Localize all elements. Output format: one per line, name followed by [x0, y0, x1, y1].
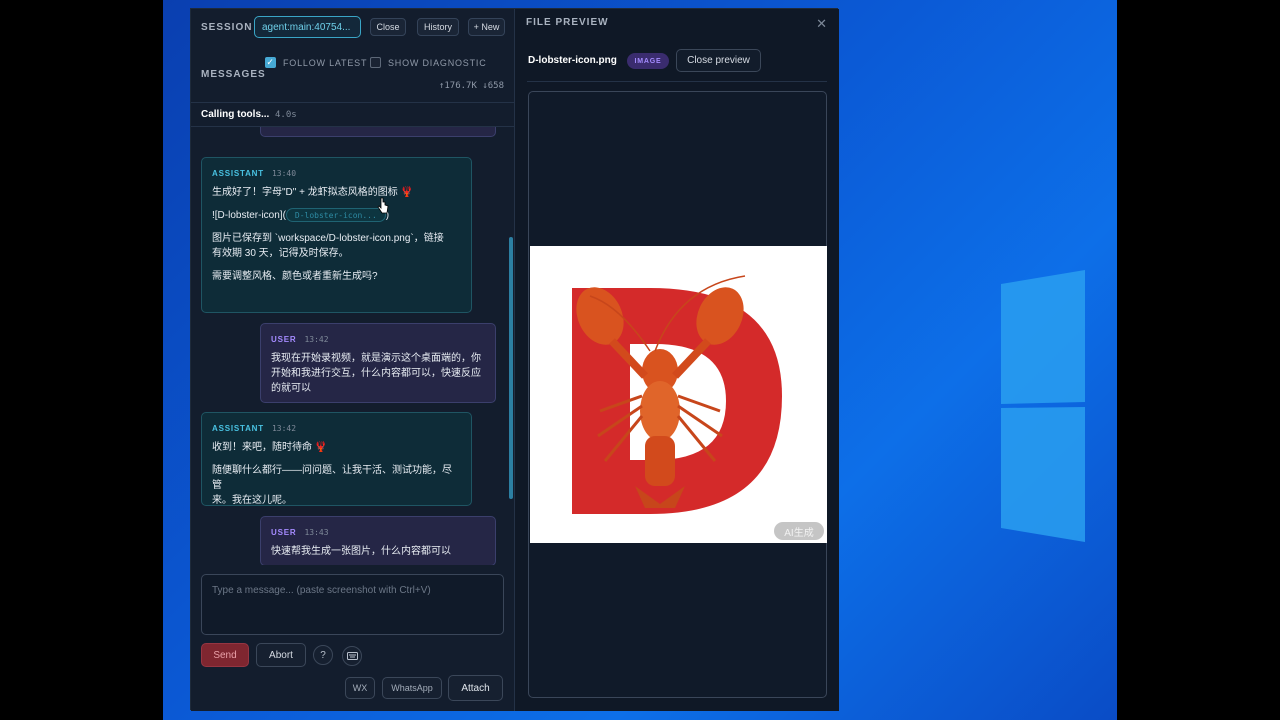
- message-list[interactable]: ASSISTANT 13:40 生成好了！字母"D" + 龙虾拟态风格的图标 🦞 …: [191, 127, 515, 565]
- messages-header: MESSAGES ✓ FOLLOW LATEST SHOW DIAGNOSTIC…: [191, 47, 515, 103]
- status-elapsed: 4.0s: [275, 110, 297, 120]
- message-text: 快速帮我生成一张图片，什么内容都可以: [271, 546, 451, 557]
- message-input[interactable]: Type a message... (paste screenshot with…: [201, 574, 504, 635]
- abort-button[interactable]: Abort: [256, 643, 306, 667]
- status-text: Calling tools...: [201, 109, 270, 120]
- message-text: 开始和我进行交互，什么内容都可以，快速反应: [271, 368, 481, 379]
- token-count: ↑176.7K ↓658: [438, 81, 504, 91]
- message-role: USER 13:42: [271, 335, 329, 344]
- message-text: 收到！来吧，随时待命 🦞: [212, 442, 328, 453]
- message-text: 我现在开始录视频，就是演示这个桌面端的，你: [271, 353, 481, 364]
- new-session-button[interactable]: + New: [468, 18, 505, 36]
- message-text: 来。我在这儿呢。: [212, 495, 292, 506]
- message-role: ASSISTANT 13:42: [212, 424, 297, 433]
- message-text: 需要调整风格、颜色或者重新生成吗?: [212, 271, 378, 282]
- session-bar: SESSION agent:main:40754... Close Histor…: [191, 9, 515, 47]
- keyboard-button[interactable]: [342, 646, 362, 666]
- keyboard-icon: [346, 652, 358, 660]
- help-icon: ?: [320, 649, 326, 661]
- whatsapp-button[interactable]: WhatsApp: [382, 677, 442, 699]
- show-diagnostic-toggle[interactable]: SHOW DIAGNOSTIC: [370, 57, 487, 68]
- status-bar: Calling tools... 4.0s: [191, 103, 515, 127]
- message-user: USER 13:42 我现在开始录视频，就是演示这个桌面端的，你 开始和我进行交互…: [260, 323, 496, 403]
- follow-latest-label: FOLLOW LATEST: [283, 57, 368, 68]
- checkbox-checked-icon: ✓: [265, 57, 276, 68]
- session-label: SESSION: [201, 22, 253, 33]
- preview-image: AI生成: [530, 246, 827, 543]
- close-preview-button[interactable]: Close preview: [676, 49, 761, 72]
- messages-label: MESSAGES: [201, 69, 266, 80]
- lobster-d-image: [572, 275, 782, 514]
- preview-frame: AI生成: [528, 91, 827, 698]
- image-markdown: ![D-lobster-icon](D-lobster-icon...): [212, 208, 390, 223]
- wx-button[interactable]: WX: [345, 677, 375, 699]
- message-text: 有效期 30 天，记得及时保存。: [212, 248, 349, 259]
- mouse-pointer-icon: [377, 197, 389, 214]
- windows-logo: [1001, 270, 1085, 542]
- close-session-button[interactable]: Close: [370, 18, 406, 36]
- follow-latest-toggle[interactable]: ✓ FOLLOW LATEST: [265, 57, 367, 68]
- checkbox-unchecked-icon: [370, 57, 381, 68]
- message-assistant: ASSISTANT 13:42 收到！来吧，随时待命 🦞 随便聊什么都行——问问题…: [201, 412, 472, 506]
- app-window: SESSION agent:main:40754... Close Histor…: [190, 8, 839, 711]
- scrollbar-thumb[interactable]: [509, 237, 513, 499]
- message-text: 生成好了！字母"D" + 龙虾拟态风格的图标 🦞: [212, 187, 413, 198]
- message-text: 的就可以: [271, 383, 311, 394]
- file-preview-panel: FILE PREVIEW ✕ D-lobster-icon.png IMAGE …: [515, 9, 839, 711]
- session-selector[interactable]: agent:main:40754...: [254, 16, 361, 38]
- message-input-placeholder: Type a message... (paste screenshot with…: [212, 585, 431, 596]
- message-user: USER 13:43 快速帮我生成一张图片，什么内容都可以: [260, 516, 496, 565]
- message-text: 图片已保存到 `workspace/D-lobster-icon.png`，链接: [212, 233, 444, 244]
- message-assistant: ASSISTANT 13:40 生成好了！字母"D" + 龙虾拟态风格的图标 🦞 …: [201, 157, 472, 313]
- attach-button[interactable]: Attach: [448, 675, 503, 701]
- history-button[interactable]: History: [417, 18, 459, 36]
- image-link[interactable]: D-lobster-icon...: [285, 208, 386, 223]
- message-role: ASSISTANT 13:40: [212, 169, 297, 178]
- file-name: D-lobster-icon.png: [528, 55, 617, 66]
- close-icon[interactable]: ✕: [816, 16, 827, 32]
- help-button[interactable]: ?: [313, 645, 333, 665]
- divider: [527, 81, 827, 82]
- message-user-partial: [260, 127, 496, 137]
- show-diagnostic-label: SHOW DIAGNOSTIC: [388, 57, 487, 68]
- message-role: USER 13:43: [271, 528, 329, 537]
- send-button[interactable]: Send: [201, 643, 249, 667]
- ai-generated-tag: AI生成: [774, 522, 824, 540]
- file-type-badge: IMAGE: [627, 53, 669, 69]
- chat-panel: SESSION agent:main:40754... Close Histor…: [191, 9, 515, 711]
- message-text: 随便聊什么都行——问问题、让我干活、测试功能，尽管: [212, 465, 452, 491]
- file-preview-title: FILE PREVIEW: [526, 17, 609, 28]
